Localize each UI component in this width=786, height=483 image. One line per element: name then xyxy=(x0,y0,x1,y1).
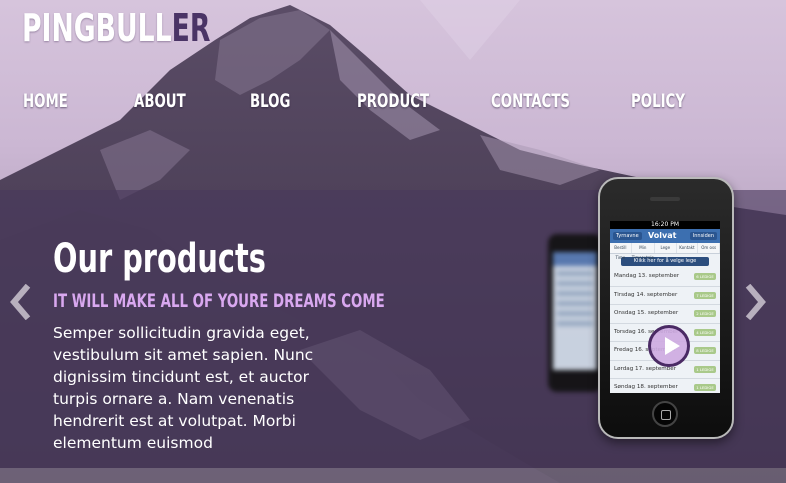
list-item: Tirsdag 14. september 7 LEDIGE xyxy=(610,287,720,305)
phone-tab: Om oss xyxy=(698,243,720,253)
phone-back-header xyxy=(553,252,597,266)
bottom-strip xyxy=(0,468,786,483)
phone-tabs: Bestill Time Min Timeavtale Lege Kontakt… xyxy=(610,243,720,260)
row-date: Onsdag 15. september xyxy=(614,310,679,316)
phone-back-image xyxy=(548,234,602,392)
list-item: Søndag 18. september 1 LEDIGE xyxy=(610,379,720,393)
phone-left-button: Tyrnavne xyxy=(613,232,642,240)
phone-brand: Volvat xyxy=(648,231,677,240)
row-date: Tirsdag 14. september xyxy=(614,291,678,298)
phone-back-line xyxy=(557,281,593,286)
product-image: 16:20 PM Tyrnavne Volvat Innsiden Bestil… xyxy=(540,172,740,442)
row-badge: 2 LEDIGE xyxy=(694,310,716,317)
phone-back-line xyxy=(557,271,593,276)
phone-tab: Min Timeavtale xyxy=(632,243,655,260)
phone-speaker xyxy=(650,197,680,201)
nav-home[interactable]: HOME xyxy=(23,90,68,112)
nav-policy[interactable]: POLICY xyxy=(631,90,685,112)
phone-topbar: Tyrnavne Volvat Innsiden xyxy=(610,229,720,243)
phone-screen: 16:20 PM Tyrnavne Volvat Innsiden Bestil… xyxy=(610,221,720,393)
slide-body-text: Semper sollicitudin gravida eget, vestib… xyxy=(53,324,314,452)
phone-chooser: Klikk her for å velge lege xyxy=(621,257,709,266)
phone-back-line xyxy=(557,291,593,296)
nav-contacts[interactable]: CONTACTS xyxy=(491,90,570,112)
play-icon[interactable] xyxy=(648,325,690,367)
phone-back-line xyxy=(557,301,593,306)
phone-back-screen xyxy=(553,252,597,370)
nav-about[interactable]: ABOUT xyxy=(134,90,186,112)
row-badge: 4 LEDIGE xyxy=(694,328,716,336)
slide-tagline: IT WILL MAKE ALL OF YOURE DREAMS COME xyxy=(53,290,385,312)
nav-product[interactable]: PRODUCT xyxy=(357,90,429,112)
phone-back-line xyxy=(557,321,593,326)
list-item: Mandag 13. september 6 LEDIGE xyxy=(610,268,720,287)
phone-home-button xyxy=(652,401,678,427)
nav-blog[interactable]: BLOG xyxy=(250,90,290,112)
row-badge: 6 LEDIGE xyxy=(694,273,716,280)
phone-tab: Kontakt xyxy=(677,243,699,253)
phone-back-line xyxy=(557,311,593,316)
phone-tab: Lege xyxy=(655,243,677,253)
logo-main: PINGBULL xyxy=(22,6,172,50)
row-badge: 8 LEDIGE xyxy=(694,347,716,354)
phone-front-image: 16:20 PM Tyrnavne Volvat Innsiden Bestil… xyxy=(598,177,734,439)
main-nav: HOME ABOUT BLOG PRODUCT CONTACTS POLICY xyxy=(0,90,786,114)
row-date: Søndag 18. september xyxy=(614,384,678,390)
row-date: Mandag 13. september xyxy=(614,273,680,279)
phone-right-button: Innsiden xyxy=(689,232,717,240)
row-badge: 7 LEDIGE xyxy=(694,291,716,299)
slider-prev-button[interactable] xyxy=(6,283,32,321)
phone-tab: Bestill Time xyxy=(610,243,632,260)
slider-next-button[interactable] xyxy=(744,283,770,321)
list-item: Onsdag 15. september 2 LEDIGE xyxy=(610,305,720,324)
site-logo[interactable]: PINGBULLER xyxy=(22,6,210,50)
logo-accent: ER xyxy=(171,6,211,50)
row-badge: 1 LEDIGE xyxy=(694,365,716,373)
row-badge: 1 LEDIGE xyxy=(694,384,716,391)
slide-heading: Our products xyxy=(53,236,266,282)
chevron-left-icon xyxy=(10,283,31,321)
chevron-right-icon xyxy=(745,283,766,321)
phone-status-time: 16:20 PM xyxy=(610,221,720,229)
